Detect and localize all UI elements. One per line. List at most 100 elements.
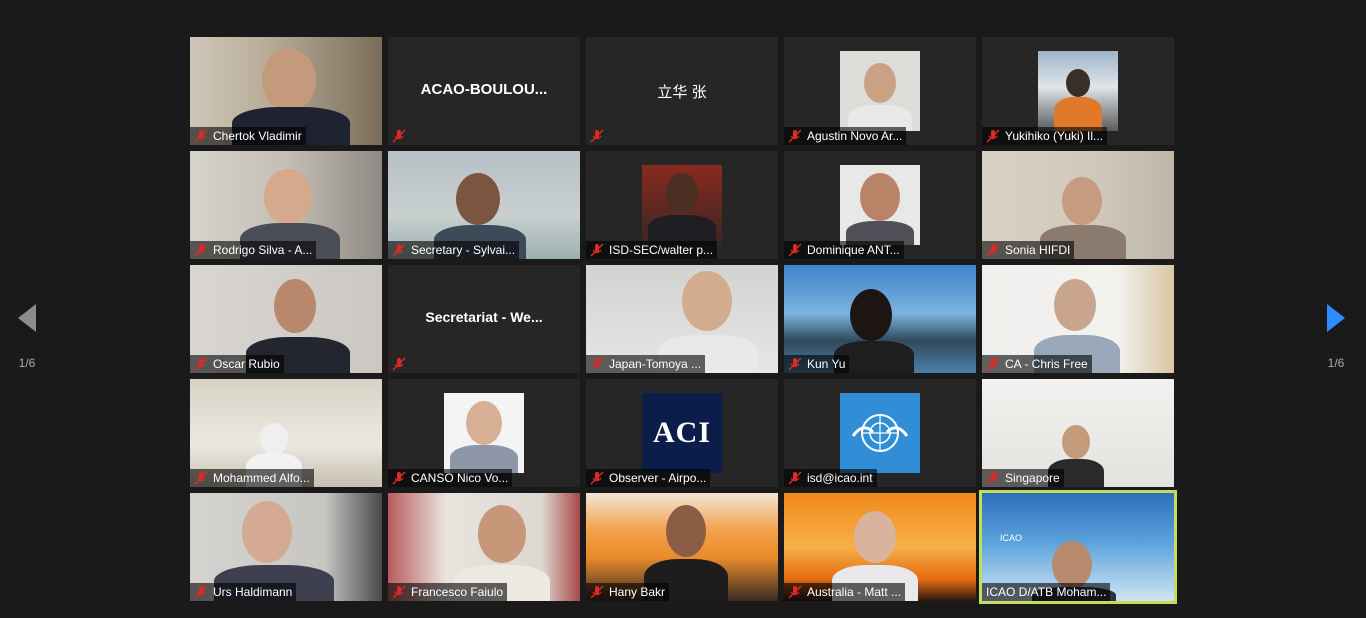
- video-tile[interactable]: Francesco Faiulo: [388, 493, 580, 601]
- page-indicator-right: 1/6: [1327, 356, 1345, 370]
- video-tile[interactable]: 立华 张: [586, 37, 778, 145]
- prev-page-nav[interactable]: 1/6: [7, 304, 47, 370]
- participant-name: Mohammed Alfo...: [213, 471, 310, 485]
- muted-mic-icon: [590, 471, 604, 485]
- gallery-grid: Chertok Vladimir ACAO-BOULOU... 立华 张 Agu…: [190, 37, 1177, 604]
- video-tile[interactable]: Yukihiko (Yuki) Il...: [982, 37, 1174, 145]
- participant-name: Observer - Airpo...: [609, 471, 707, 485]
- chevron-right-icon[interactable]: [1327, 304, 1345, 332]
- participant-name: Dominique ANT...: [807, 243, 900, 257]
- aci-logo-text: ACI: [652, 416, 711, 449]
- video-tile[interactable]: Mohammed Alfo...: [190, 379, 382, 487]
- participant-label: Japan-Tomoya ...: [586, 355, 706, 373]
- icao-emblem: [840, 393, 920, 473]
- participant-name: Agustin Novo Ar...: [807, 129, 903, 143]
- video-tile[interactable]: Oscar Rubio: [190, 265, 382, 373]
- participant-label: Yukihiko (Yuki) Il...: [982, 127, 1108, 145]
- video-tile[interactable]: Urs Haldimann: [190, 493, 382, 601]
- participant-label: Chertok Vladimir: [190, 127, 306, 145]
- participant-label: CANSO Nico Vo...: [388, 469, 513, 487]
- video-tile[interactable]: Singapore: [982, 379, 1174, 487]
- icao-watermark: ICAO: [1000, 533, 1023, 543]
- participant-name: ISD-SEC/walter p...: [609, 243, 714, 257]
- video-tile-active-speaker[interactable]: ICAO ICAO D/ATB Moham...: [979, 490, 1177, 604]
- participant-label: Dominique ANT...: [784, 241, 904, 259]
- video-tile[interactable]: Secretary - Sylvai...: [388, 151, 580, 259]
- video-tile[interactable]: ACAO-BOULOU...: [388, 37, 580, 145]
- participant-name: Hany Bakr: [609, 585, 666, 599]
- video-tile[interactable]: Chertok Vladimir: [190, 37, 382, 145]
- muted-mic-icon: [986, 357, 1000, 371]
- participant-label: CA - Chris Free: [982, 355, 1092, 373]
- video-tile[interactable]: ACI Observer - Airpo...: [586, 379, 778, 487]
- muted-mic-icon: [392, 585, 406, 599]
- muted-mic-icon: [590, 357, 604, 371]
- participant-name: Chertok Vladimir: [213, 129, 302, 143]
- participant-name: CANSO Nico Vo...: [411, 471, 509, 485]
- muted-mic-icon: [788, 471, 802, 485]
- video-tile[interactable]: CANSO Nico Vo...: [388, 379, 580, 487]
- participant-label: Kun Yu: [784, 355, 850, 373]
- profile-photo: [1038, 51, 1118, 131]
- participant-name: Kun Yu: [807, 357, 846, 371]
- video-tile[interactable]: Australia - Matt ...: [784, 493, 976, 601]
- muted-mic-icon: [392, 471, 406, 485]
- muted-mic-icon: [986, 243, 1000, 257]
- video-tile[interactable]: isd@icao.int: [784, 379, 976, 487]
- muted-mic-icon: [590, 585, 604, 599]
- video-tile[interactable]: Agustin Novo Ar...: [784, 37, 976, 145]
- un-emblem-icon: [851, 414, 909, 452]
- muted-mic-icon: [788, 243, 802, 257]
- muted-mic-icon: [392, 243, 406, 257]
- muted-mic-icon: [194, 243, 208, 257]
- participant-label: Agustin Novo Ar...: [784, 127, 907, 145]
- participant-label: Urs Haldimann: [190, 583, 297, 601]
- profile-photo: [642, 165, 722, 245]
- video-tile[interactable]: Sonia HIFDI: [982, 151, 1174, 259]
- muted-mic-icon: [986, 129, 1000, 143]
- muted-mic-icon: [194, 129, 208, 143]
- participant-label: Singapore: [982, 469, 1064, 487]
- next-page-nav[interactable]: 1/6: [1316, 304, 1356, 370]
- video-tile[interactable]: Dominique ANT...: [784, 151, 976, 259]
- participant-label: [388, 355, 415, 373]
- participant-label: isd@icao.int: [784, 469, 877, 487]
- aci-logo: ACI: [642, 393, 722, 473]
- participant-label: Oscar Rubio: [190, 355, 284, 373]
- video-tile[interactable]: ISD-SEC/walter p...: [586, 151, 778, 259]
- profile-photo: [840, 165, 920, 245]
- participant-label: Sonia HIFDI: [982, 241, 1075, 259]
- participant-name: Sonia HIFDI: [1005, 243, 1071, 257]
- muted-mic-icon: [788, 585, 802, 599]
- muted-mic-icon: [194, 585, 208, 599]
- participant-name: Oscar Rubio: [213, 357, 280, 371]
- muted-mic-icon: [590, 243, 604, 257]
- video-tile[interactable]: Japan-Tomoya ...: [586, 265, 778, 373]
- profile-photo: [444, 393, 524, 473]
- participant-name: Yukihiko (Yuki) Il...: [1005, 129, 1104, 143]
- video-tile[interactable]: Secretariat - We...: [388, 265, 580, 373]
- participant-name: ICAO D/ATB Moham...: [986, 585, 1107, 599]
- video-tile[interactable]: CA - Chris Free: [982, 265, 1174, 373]
- participant-label: [586, 127, 613, 145]
- participant-label: Mohammed Alfo...: [190, 469, 314, 487]
- participant-name: Secretary - Sylvai...: [411, 243, 516, 257]
- participant-label: Francesco Faiulo: [388, 583, 508, 601]
- participant-label: Secretary - Sylvai...: [388, 241, 520, 259]
- page-indicator-left: 1/6: [18, 356, 36, 370]
- participant-name: CA - Chris Free: [1005, 357, 1088, 371]
- participant-display-name: ACAO-BOULOU...: [420, 81, 548, 98]
- participant-name: Singapore: [1005, 471, 1060, 485]
- participant-label: ICAO D/ATB Moham...: [982, 583, 1111, 601]
- participant-name: isd@icao.int: [807, 471, 873, 485]
- muted-mic-icon: [392, 129, 406, 143]
- chevron-left-icon[interactable]: [18, 304, 36, 332]
- participant-label: Rodrigo Silva - A...: [190, 241, 317, 259]
- video-tile[interactable]: Kun Yu: [784, 265, 976, 373]
- participant-name: Rodrigo Silva - A...: [213, 243, 313, 257]
- video-tile[interactable]: Hany Bakr: [586, 493, 778, 601]
- muted-mic-icon: [392, 357, 406, 371]
- video-tile[interactable]: Rodrigo Silva - A...: [190, 151, 382, 259]
- muted-mic-icon: [788, 129, 802, 143]
- participant-label: Observer - Airpo...: [586, 469, 711, 487]
